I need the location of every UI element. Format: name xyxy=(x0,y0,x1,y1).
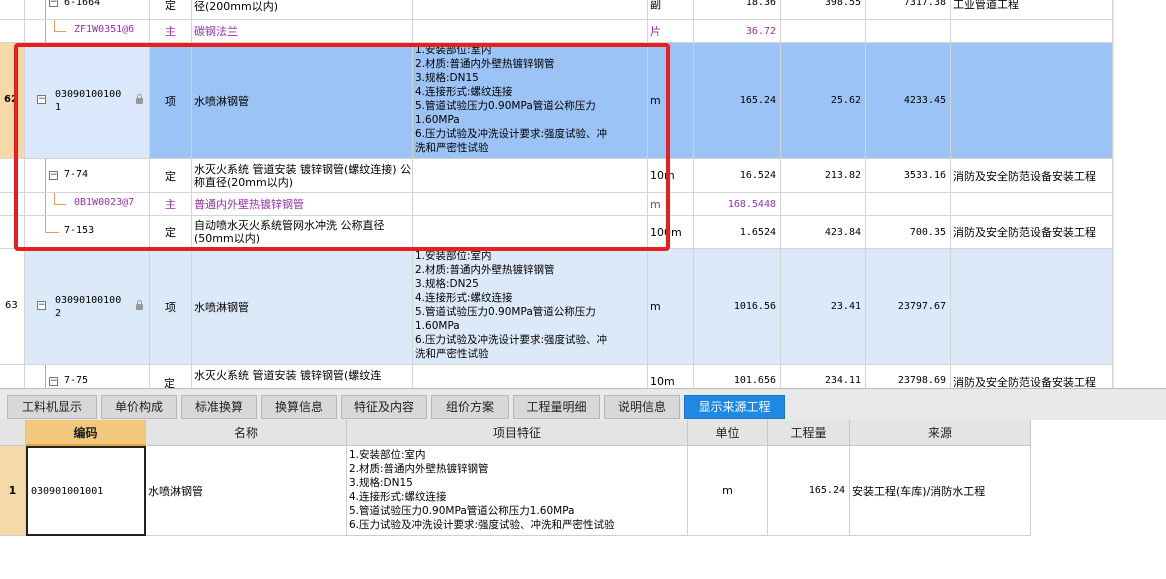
row-unit: 副 xyxy=(650,0,661,11)
tab-description-info[interactable]: 说明信息 xyxy=(604,395,680,419)
row-qty: 168.5448 xyxy=(727,198,776,210)
table-row[interactable]: ZF1W0351@6 主 碳钢法兰 片 36.72 xyxy=(0,20,1113,43)
row-profession: 工业管道工程 xyxy=(953,0,1019,11)
tab-features-content[interactable]: 特征及内容 xyxy=(341,395,427,419)
row-price: 398.55 xyxy=(824,0,861,8)
column-header-unit[interactable]: 单位 xyxy=(688,420,768,446)
row-total: 23797.67 xyxy=(897,301,946,312)
row-total: 4233.45 xyxy=(903,95,946,106)
source-project-table: 编码 名称 项目特征 单位 工程量 来源 1 030901001001 水喷淋钢… xyxy=(0,420,1166,579)
row-unit: 10m xyxy=(650,375,675,388)
column-header-features[interactable]: 项目特征 xyxy=(347,420,688,446)
row-total: 7317.38 xyxy=(903,0,946,8)
row-unit: m xyxy=(650,300,661,313)
row-name: 水灭火系统 管道安装 镀锌钢管(螺纹连 xyxy=(194,369,382,382)
corner-header xyxy=(0,420,26,446)
row-name: 碳钢法兰 xyxy=(194,25,238,38)
row-code: 7-75 xyxy=(64,375,89,386)
tab-conversion-info[interactable]: 换算信息 xyxy=(261,395,337,419)
row-name: 径(200mm以内) xyxy=(194,0,279,13)
row-type: 项 xyxy=(165,300,176,314)
row-index: 1 xyxy=(0,446,26,536)
row-qty: 16.524 xyxy=(739,170,776,181)
row-total: 23798.69 xyxy=(897,375,946,386)
row-type: 定 xyxy=(165,0,176,12)
tab-quantity-details[interactable]: 工程量明细 xyxy=(513,395,600,419)
row-code: ZF1W0351@6 xyxy=(74,24,135,35)
row-type: 主 xyxy=(165,25,176,38)
column-header-name[interactable]: 名称 xyxy=(146,420,347,446)
source-name-cell[interactable]: 水喷淋钢管 xyxy=(146,446,347,536)
row-profession: 消防及安全防范设备安装工程 xyxy=(953,169,1096,183)
collapse-toggle[interactable]: − xyxy=(49,0,58,7)
tab-unit-price-composition[interactable]: 单价构成 xyxy=(101,395,177,419)
row-qty: 18.36 xyxy=(745,0,776,8)
highlight-annotation-box xyxy=(14,43,670,251)
tab-labor-material-machine[interactable]: 工料机显示 xyxy=(7,395,97,419)
tab-show-source-project[interactable]: 显示来源工程 xyxy=(684,395,785,419)
row-qty: 1016.56 xyxy=(733,301,776,312)
row-unit: 片 xyxy=(650,25,661,38)
row-code: 6-1664 xyxy=(64,0,101,8)
row-qty: 36.72 xyxy=(745,25,776,37)
row-price: 23.41 xyxy=(830,301,861,312)
table-row[interactable]: 63 − 030901001002 项 水喷淋钢管 1.安装部位:室内 2.材质… xyxy=(0,249,1113,365)
collapse-toggle[interactable]: − xyxy=(49,377,58,386)
collapse-toggle[interactable]: − xyxy=(37,301,46,310)
lock-icon xyxy=(136,300,143,310)
row-qty: 1.6524 xyxy=(739,226,776,238)
column-header-code[interactable]: 编码 xyxy=(26,420,146,446)
row-qty: 165.24 xyxy=(739,95,776,106)
row-total: 3533.16 xyxy=(903,170,946,181)
source-quantity-cell[interactable]: 165.24 xyxy=(768,446,850,536)
tab-standard-conversion[interactable]: 标准换算 xyxy=(181,395,257,419)
source-code-cell[interactable]: 030901001001 xyxy=(26,446,146,536)
table-row[interactable]: − 7-75 定 水灭火系统 管道安装 镀锌钢管(螺纹连 10m 101.656… xyxy=(0,365,1113,388)
row-profession: 消防及安全防范设备安装工程 xyxy=(953,376,1096,388)
tab-pricing-scheme[interactable]: 组价方案 xyxy=(431,395,509,419)
row-type: 定 xyxy=(164,377,175,388)
bill-items-grid: − 6-1664 定 径(200mm以内) 副 18.36 398.55 731… xyxy=(0,0,1166,388)
source-features-cell[interactable]: 1.安装部位:室内 2.材质:普通内外壁热镀锌钢管 3.规格:DN15 4.连接… xyxy=(347,446,688,536)
row-index: 63 xyxy=(5,300,18,311)
column-header-quantity[interactable]: 工程量 xyxy=(768,420,850,446)
source-unit-cell[interactable]: m xyxy=(688,446,768,536)
row-price: 25.62 xyxy=(830,95,861,106)
row-price: 234.11 xyxy=(824,375,861,386)
row-qty: 101.656 xyxy=(733,375,776,386)
detail-tab-bar: 工料机显示 单价构成 标准换算 换算信息 特征及内容 组价方案 工程量明细 说明… xyxy=(0,388,1166,420)
source-origin-cell[interactable]: 安装工程(车库)/消防水工程 xyxy=(850,446,1031,536)
row-profession: 消防及安全防范设备安装工程 xyxy=(953,226,1096,239)
row-price: 423.84 xyxy=(824,226,861,238)
row-code: 030901001002 xyxy=(55,295,122,319)
table-row[interactable]: − 6-1664 定 径(200mm以内) 副 18.36 398.55 731… xyxy=(0,0,1113,20)
right-blank-area xyxy=(1113,0,1166,388)
row-name: 水喷淋钢管 xyxy=(194,300,249,314)
row-total: 700.35 xyxy=(909,226,946,238)
row-features: 1.安装部位:室内 2.材质:普通内外壁热镀锌钢管 3.规格:DN25 4.连接… xyxy=(413,249,648,364)
column-header-source[interactable]: 来源 xyxy=(850,420,1031,446)
row-price: 213.82 xyxy=(824,170,861,181)
